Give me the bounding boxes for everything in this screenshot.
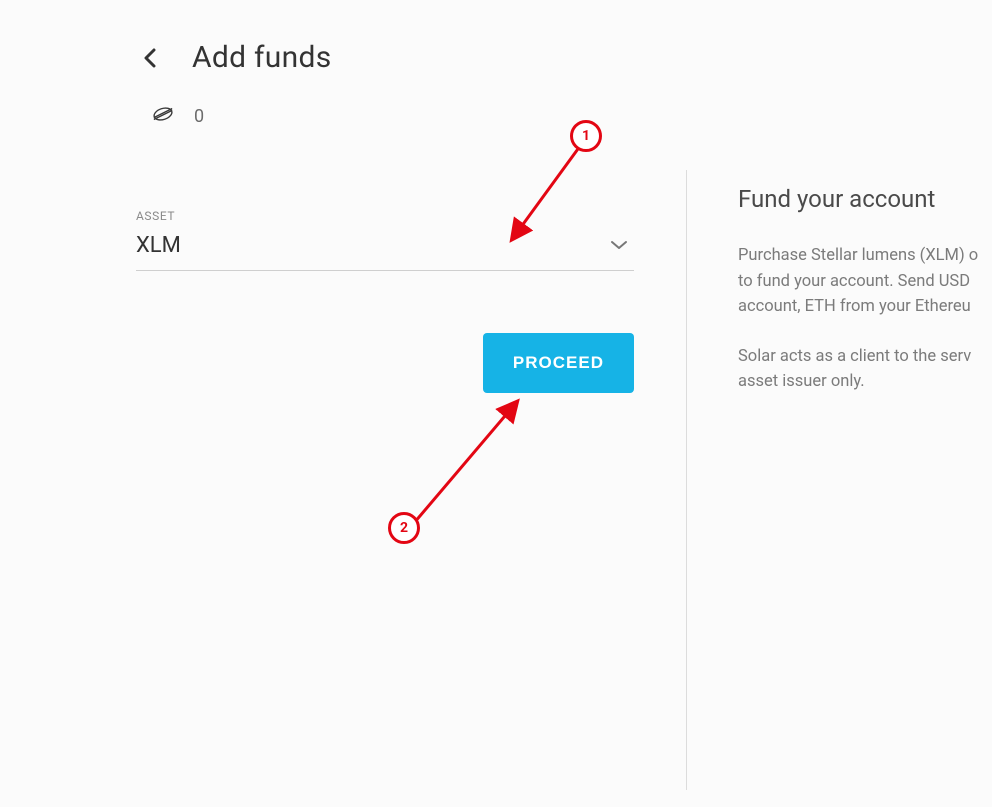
- annotation-badge-2: 2: [388, 512, 420, 544]
- sidebar-paragraph-2: Solar acts as a client to the serv asset…: [738, 344, 992, 395]
- asset-select-value: XLM: [136, 233, 181, 258]
- annotation-number-2: 2: [400, 520, 408, 536]
- chevron-left-icon: [143, 48, 157, 68]
- proceed-button[interactable]: PROCEED: [483, 333, 634, 393]
- page-title: Add funds: [192, 40, 332, 75]
- sidebar-title: Fund your account: [738, 185, 992, 213]
- back-button[interactable]: [136, 44, 164, 72]
- asset-field-label: ASSET: [136, 209, 634, 223]
- balance-value: 0: [194, 106, 204, 127]
- stellar-icon: [152, 103, 174, 129]
- chevron-down-icon: [610, 236, 628, 255]
- sidebar-paragraph-1: Purchase Stellar lumens (XLM) o to fund …: [738, 243, 992, 320]
- balance-row: 0: [0, 75, 992, 129]
- asset-select[interactable]: XLM: [136, 231, 634, 271]
